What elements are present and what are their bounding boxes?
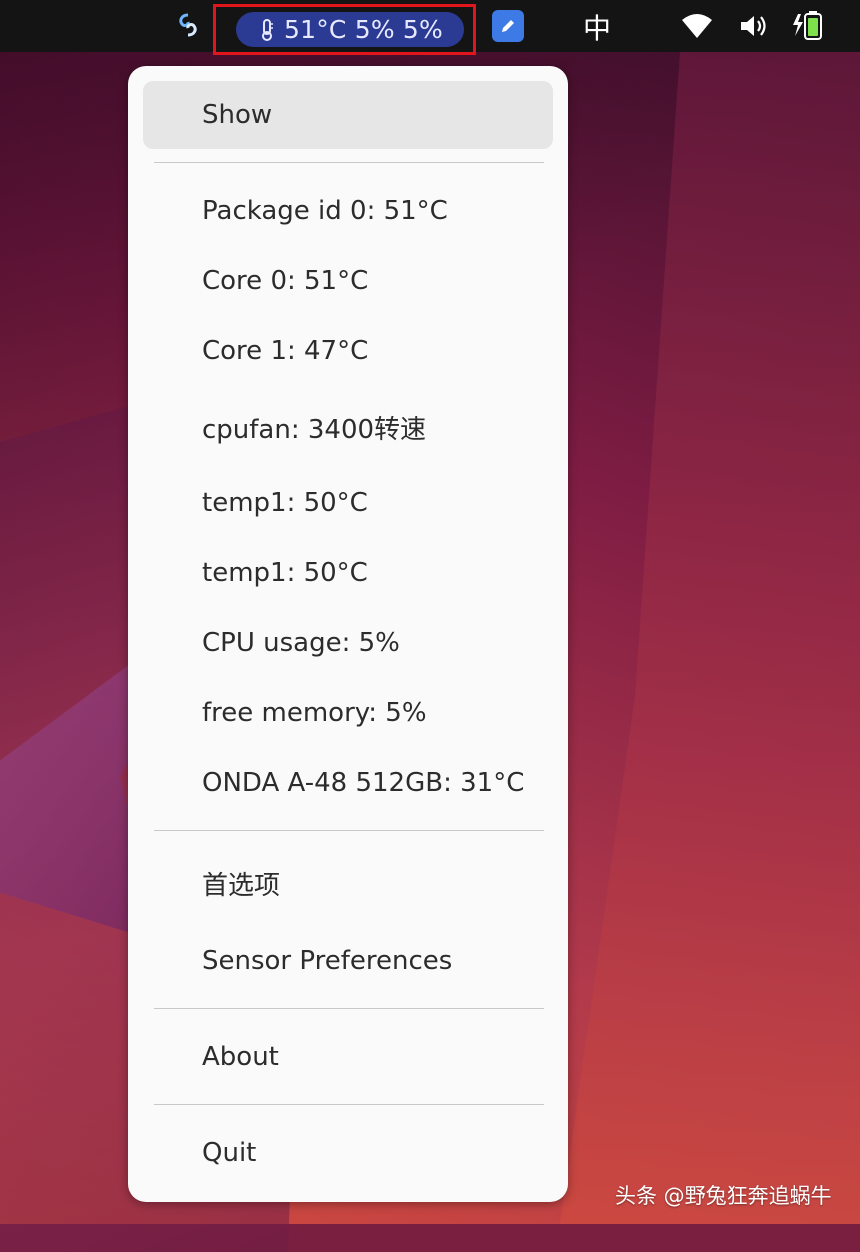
sensor-disk-temp[interactable]: ONDA A-48 512GB: 31°C (202, 767, 524, 799)
watermark: 头条 @野兔狂奔追蜗牛 (615, 1184, 832, 1208)
menu-separator (154, 830, 544, 831)
menu-separator (154, 1104, 544, 1105)
sensor-cpu-usage[interactable]: CPU usage: 5% (202, 627, 400, 659)
input-method-indicator[interactable]: 中 (580, 10, 614, 45)
menu-separator (154, 162, 544, 163)
sensor-core1-temp[interactable]: Core 1: 47°C (202, 335, 368, 367)
volume-icon[interactable] (738, 12, 770, 40)
sensor-indicator-button[interactable]: 51°C 5% 5% (236, 12, 464, 47)
sensor-menu: Show Package id 0: 51°C Core 0: 51°C Cor… (128, 66, 568, 1202)
sensor-indicator-highlight: 51°C 5% 5% (213, 4, 476, 55)
sensor-core0-temp[interactable]: Core 0: 51°C (202, 265, 368, 297)
menu-item-show-label[interactable]: Show (202, 99, 272, 131)
wifi-icon[interactable] (680, 12, 714, 40)
menu-separator (154, 1008, 544, 1009)
sensor-temp1[interactable]: temp1: 50°C (202, 487, 368, 519)
menu-item-sensor-preferences[interactable]: Sensor Preferences (202, 945, 452, 977)
top-bar: 51°C 5% 5% 中 (0, 0, 860, 55)
sensor-package-temp[interactable]: Package id 0: 51°C (202, 195, 448, 227)
menu-item-quit[interactable]: Quit (202, 1137, 256, 1169)
sensor-free-memory[interactable]: free memory: 5% (202, 697, 427, 729)
swirl-icon[interactable] (175, 12, 201, 38)
indicator-label: 51°C 5% 5% (284, 15, 443, 44)
thermometer-icon (260, 18, 274, 42)
menu-item-about[interactable]: About (202, 1041, 279, 1073)
menu-item-preferences[interactable]: 首选项 (202, 870, 280, 902)
text-editor-icon[interactable] (492, 10, 524, 42)
sensor-cpufan-speed[interactable]: cpufan: 3400转速 (202, 414, 426, 446)
sensor-temp1[interactable]: temp1: 50°C (202, 557, 368, 589)
battery-charging-icon[interactable] (792, 10, 826, 42)
wallpaper-shape (560, 52, 860, 1224)
